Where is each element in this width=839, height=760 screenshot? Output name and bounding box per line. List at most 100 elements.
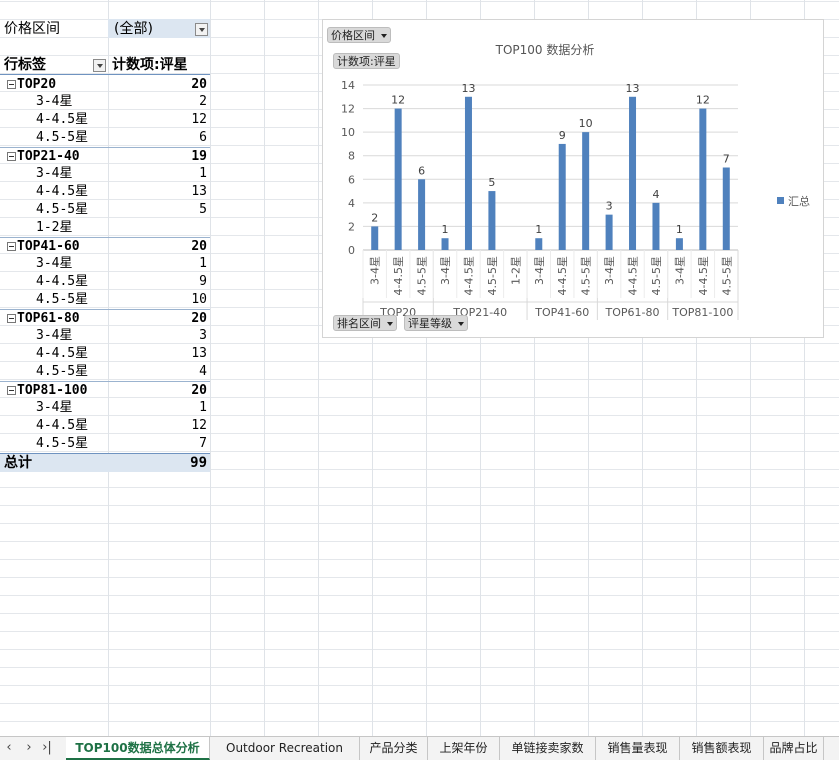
item-row-label: 4-4.5星 [36, 112, 89, 127]
item-row-value: 1 [199, 256, 207, 271]
legend-label: 汇总 [788, 194, 810, 208]
row-gridline [0, 631, 839, 632]
group-row-label[interactable]: TOP20 [17, 76, 56, 94]
collapse-group-icon[interactable] [7, 386, 16, 395]
bar [488, 191, 496, 250]
x-tick-label: 4-4.5星 [556, 256, 569, 295]
collapse-group-icon[interactable] [7, 80, 16, 89]
tab-scroll-prev-button[interactable]: ‹ [2, 740, 16, 755]
bar [722, 167, 730, 250]
y-tick-label: 10 [341, 126, 355, 139]
chart-plot: TOP100 数据分析02468101214TOP2023-4星124-4.5星… [341, 42, 810, 320]
pivot-row-header: 行标签 [4, 57, 46, 73]
sheet-tab[interactable]: 品牌占比 [764, 737, 824, 760]
group-row-label[interactable]: TOP81-100 [17, 382, 87, 400]
x-group-label: TOP81-100 [671, 306, 733, 319]
tab-scroll-last-button[interactable]: ›| [40, 740, 54, 755]
item-row-value: 13 [191, 346, 207, 361]
sheet-tab[interactable]: 上架年份 [428, 737, 500, 760]
x-tick-label: 4-4.5星 [392, 256, 405, 295]
row-gridline [0, 685, 839, 686]
rank-range-field-button[interactable]: 排名区间 [333, 315, 397, 331]
item-row-label: 3-4星 [36, 94, 73, 109]
data-label: 1 [442, 223, 449, 236]
bar [582, 132, 590, 250]
row-gridline [0, 505, 839, 506]
item-row-label: 3-4星 [36, 166, 73, 181]
y-tick-label: 12 [341, 103, 355, 116]
data-label: 1 [676, 223, 683, 236]
x-tick-label: 4-4.5星 [627, 256, 640, 295]
data-label: 10 [579, 117, 593, 130]
data-label: 13 [461, 82, 475, 95]
item-row-value: 3 [199, 328, 207, 343]
y-tick-label: 6 [348, 173, 355, 186]
item-row-value [110, 219, 207, 237]
item-row-label: 4.5-5星 [36, 364, 89, 379]
pivot-value-header: 计数项:评星 [112, 57, 188, 73]
x-group-label: TOP61-80 [605, 306, 660, 319]
y-tick-label: 8 [348, 150, 355, 163]
chevron-down-icon [387, 322, 393, 326]
item-row-value: 4 [199, 364, 207, 379]
pivot-filter-dropdown-button[interactable] [195, 23, 208, 36]
item-row-value: 1 [199, 400, 207, 415]
item-row-value: 12 [191, 112, 207, 127]
sheet-tab[interactable]: TOP100数据总体分析 [66, 737, 210, 760]
bar [394, 108, 402, 250]
row-label-filter-button[interactable] [93, 59, 106, 72]
x-tick-label: 3-4星 [673, 256, 686, 285]
tab-scroll-next-button[interactable]: › [22, 740, 36, 755]
group-row-total: 20 [191, 239, 207, 254]
row-gridline [0, 595, 839, 596]
sheet-tab-bar: ‹ › ›| TOP100数据总体分析 Outdoor Recreation 产品分… [0, 736, 839, 760]
item-row-label: 4-4.5星 [36, 418, 89, 433]
bar [605, 214, 613, 250]
x-tick-label: 4.5-5星 [650, 256, 663, 295]
item-row-label: 1-2星 [36, 220, 73, 235]
bar [441, 238, 449, 250]
collapse-group-icon[interactable] [7, 314, 16, 323]
rating-level-field-button[interactable]: 评星等级 [404, 315, 468, 331]
x-tick-label: 4-4.5星 [462, 256, 475, 295]
grand-total-label: 总计 [4, 455, 32, 471]
column-gridline [264, 0, 265, 736]
item-row-label: 4-4.5星 [36, 184, 89, 199]
x-tick-label: 3-4星 [439, 256, 452, 285]
row-gridline [0, 667, 839, 668]
sheet-tab[interactable]: Outdoor Recreation [210, 737, 360, 760]
item-row-label: 3-4星 [36, 328, 73, 343]
pivot-chart[interactable]: 价格区间 计数项:评星 TOP100 数据分析 0 2 4 6 8 10 12 14 TOP20 2… [322, 19, 824, 338]
legend-swatch [777, 197, 784, 204]
group-row-label[interactable]: TOP61-80 [17, 310, 80, 328]
data-label: 2 [371, 211, 378, 224]
data-label: 5 [488, 176, 495, 189]
grand-total-value: 99 [190, 455, 207, 471]
sheet-tab[interactable]: 产品分类 [360, 737, 428, 760]
y-tick-label: 0 [348, 244, 355, 257]
data-label: 6 [418, 164, 425, 177]
row-gridline [0, 523, 839, 524]
x-tick-label: 3-4星 [533, 256, 546, 285]
row-gridline [0, 559, 839, 560]
group-row-label[interactable]: TOP21-40 [17, 148, 80, 166]
data-label: 12 [696, 94, 710, 107]
item-row-value: 12 [191, 418, 207, 433]
chart-title: TOP100 数据分析 [495, 42, 595, 57]
collapse-group-icon[interactable] [7, 152, 16, 161]
item-row-label: 4-4.5星 [36, 346, 89, 361]
bar [652, 202, 660, 250]
sheet-tab[interactable]: 销售量表现 [596, 737, 680, 760]
group-row-label[interactable]: TOP41-60 [17, 238, 80, 256]
collapse-group-icon[interactable] [7, 242, 16, 251]
item-row-label: 4.5-5星 [36, 436, 89, 451]
sheet-tab[interactable]: 单链接卖家数 [500, 737, 596, 760]
row-gridline [0, 703, 839, 704]
sheet-tab[interactable]: 销售额表现 [680, 737, 764, 760]
x-tick-label: 4.5-5星 [416, 256, 429, 295]
row-gridline [0, 487, 839, 488]
row-gridline [0, 1, 839, 2]
item-row-value: 7 [199, 436, 207, 451]
item-row-value: 5 [199, 202, 207, 217]
worksheet-grid[interactable]: 价格区间 (全部) 行标签 计数项:评星 TOP20 20 3-4星 2 4-4.5星 1… [0, 0, 839, 736]
